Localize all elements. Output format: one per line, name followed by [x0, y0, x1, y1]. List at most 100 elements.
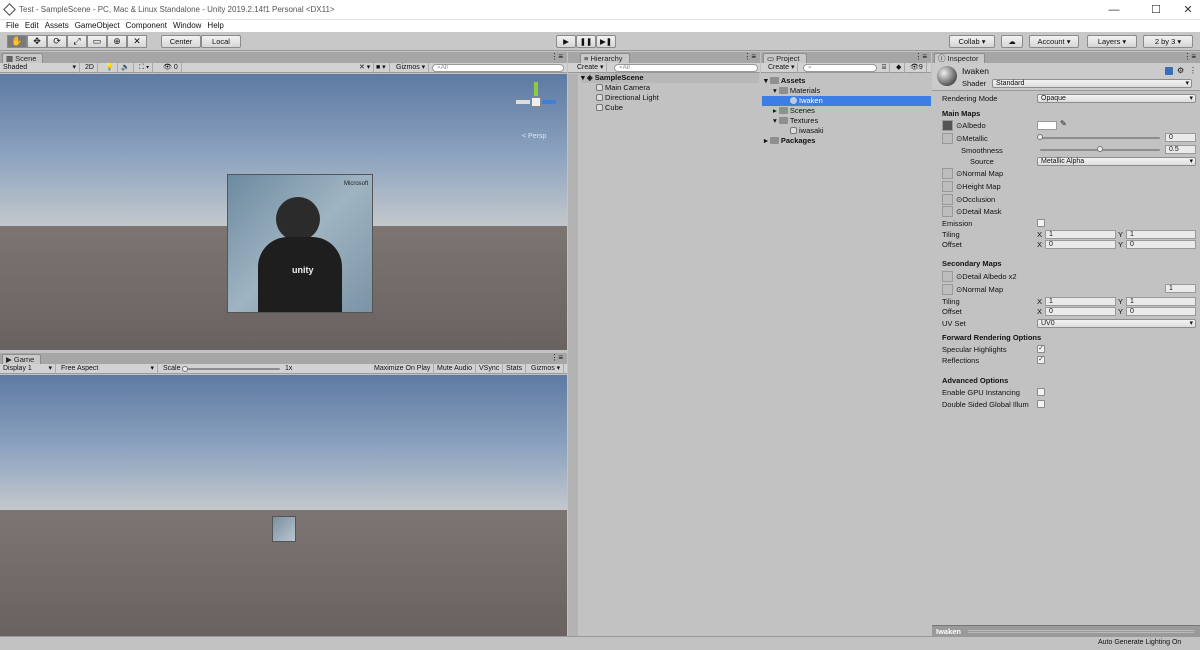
menu-edit[interactable]: Edit [25, 20, 39, 31]
hierarchy-scene-root[interactable]: ▾ ◈ SampleScene [581, 73, 759, 83]
tiling-x-field[interactable]: 1 [1045, 230, 1116, 239]
gizmos-dropdown[interactable]: Gizmos ▾ [393, 63, 430, 73]
persp-label[interactable]: < Persp [522, 133, 546, 140]
preview-bar[interactable]: Iwaken [932, 625, 1200, 636]
metallic-slider-knob[interactable] [1037, 134, 1043, 140]
close-button[interactable]: ✕ [1172, 0, 1200, 20]
hierarchy-item-main-camera[interactable]: Main Camera [596, 83, 650, 93]
tab-game[interactable]: ▶ Game [2, 354, 42, 364]
scene-gizmo[interactable] [516, 82, 558, 124]
scene-search-input[interactable]: ⌕All [432, 64, 564, 72]
audio-toggle-icon[interactable]: 🔈 [118, 63, 134, 73]
panel-menu-icon[interactable]: ⋮≡ [550, 353, 563, 362]
custom-tool-icon[interactable]: ✕ [127, 35, 147, 48]
layers-dropdown[interactable]: Layers ▾ [1087, 35, 1137, 48]
menu-help[interactable]: Help [207, 20, 223, 31]
secondary-offset-y-field[interactable]: 0 [1126, 307, 1196, 316]
rotate-tool-icon[interactable]: ⟳ [47, 35, 67, 48]
cloud-icon[interactable]: ☁ [1001, 35, 1023, 48]
project-item-iwaken[interactable]: Iwaken [762, 96, 931, 106]
minimize-button[interactable]: — [1098, 0, 1130, 20]
pause-button[interactable]: ❚❚ [576, 35, 596, 48]
secondary-normal-map-slot[interactable] [942, 284, 953, 295]
game-gizmos-dropdown[interactable]: Gizmos ▾ [528, 364, 565, 374]
project-folder-scenes[interactable]: ▸ Scenes [773, 106, 815, 116]
smoothness-value-field[interactable]: 0.5 [1165, 145, 1196, 154]
step-button[interactable]: ▶❚ [596, 35, 616, 48]
scale-slider-knob[interactable] [182, 366, 188, 372]
panel-menu-icon[interactable]: ⋮≡ [743, 52, 756, 61]
double-sided-gi-checkbox[interactable] [1037, 400, 1045, 408]
rendering-mode-dropdown[interactable]: Opaque [1037, 94, 1196, 103]
hierarchy-create-dropdown[interactable]: Create ▾ [574, 63, 608, 73]
filter-type-icon[interactable]: ⌸ [879, 63, 891, 73]
project-folder-packages[interactable]: ▸ Packages [764, 136, 815, 146]
metallic-value-field[interactable]: 0 [1165, 133, 1196, 142]
scale-tool-icon[interactable]: ⤢ [67, 35, 87, 48]
scale-slider[interactable] [184, 368, 280, 370]
shading-dropdown[interactable]: Shaded ▾ [0, 63, 80, 73]
maximize-on-play-button[interactable]: Maximize On Play [371, 364, 435, 374]
reflections-checkbox[interactable]: ✓ [1037, 356, 1045, 364]
hierarchy-item-cube[interactable]: Cube [596, 103, 623, 113]
secondary-tiling-y-field[interactable]: 1 [1126, 297, 1196, 306]
project-folder-assets[interactable]: ▾ Assets [764, 76, 805, 86]
menu-window[interactable]: Window [173, 20, 201, 31]
offset-x-field[interactable]: 0 [1045, 240, 1116, 249]
mode-2d-button[interactable]: 2D [82, 63, 98, 73]
lighting-toggle-icon[interactable]: 💡 [102, 63, 118, 73]
maximize-button[interactable]: ☐ [1140, 0, 1172, 20]
rect-tool-icon[interactable]: ▭ [87, 35, 107, 48]
transform-tool-icon[interactable]: ⊕ [107, 35, 127, 48]
menu-file[interactable]: File [6, 20, 19, 31]
vsync-button[interactable]: VSync [476, 364, 504, 374]
account-dropdown[interactable]: Account ▾ [1029, 35, 1079, 48]
settings-icon[interactable]: ⚙ [1177, 66, 1184, 75]
secondary-offset-x-field[interactable]: 0 [1045, 307, 1116, 316]
pivot-local-button[interactable]: Local [201, 35, 241, 48]
filter-label-icon[interactable]: ◆ [893, 63, 906, 73]
scene-tools-icon[interactable]: ✕ ▾ [356, 63, 375, 73]
panel-menu-icon[interactable]: ⋮≡ [914, 52, 927, 61]
metallic-slider[interactable] [1040, 137, 1160, 139]
offset-y-field[interactable]: 0 [1126, 240, 1196, 249]
albedo-color-field[interactable] [1037, 121, 1057, 130]
tab-scene[interactable]: ▦ Scene [2, 53, 44, 63]
project-folder-materials[interactable]: ▾ Materials [773, 86, 820, 96]
panel-menu-icon[interactable]: ⋮≡ [1183, 52, 1196, 61]
stats-button[interactable]: Stats [503, 364, 526, 374]
move-tool-icon[interactable]: ✥ [27, 35, 47, 48]
tiling-y-field[interactable]: 1 [1126, 230, 1196, 239]
project-folder-textures[interactable]: ▾ Textures [773, 116, 818, 126]
menu-assets[interactable]: Assets [45, 20, 69, 31]
aspect-dropdown[interactable]: Free Aspect ▾ [58, 364, 158, 374]
play-button[interactable]: ▶ [556, 35, 576, 48]
project-item-iwasaki[interactable]: iwasaki [790, 126, 824, 136]
hidden-packages-count[interactable]: 👁9 [907, 63, 927, 73]
display-dropdown[interactable]: Display 1 ▾ [0, 364, 56, 374]
collab-dropdown[interactable]: Collab ▾ [949, 35, 995, 48]
normal-map-slot[interactable] [942, 168, 953, 179]
pivot-center-button[interactable]: Center [161, 35, 201, 48]
emission-checkbox[interactable] [1037, 219, 1045, 227]
specular-highlights-checkbox[interactable]: ✓ [1037, 345, 1045, 353]
height-map-slot[interactable] [942, 181, 953, 192]
camera-settings-icon[interactable]: ■ ▾ [373, 63, 390, 73]
hand-tool-icon[interactable]: ✋ [7, 35, 27, 48]
smoothness-slider-knob[interactable] [1097, 146, 1103, 152]
menu-gameobject[interactable]: GameObject [75, 20, 120, 31]
detail-albedo-slot[interactable] [942, 271, 953, 282]
help-icon[interactable] [1165, 67, 1173, 75]
tab-hierarchy[interactable]: ≡ Hierarchy [580, 53, 630, 63]
effects-toggle-icon[interactable]: ⛶ ▾ [136, 63, 154, 73]
tab-project[interactable]: ▭ Project [763, 53, 807, 63]
auto-lighting-status[interactable]: Auto Generate Lighting On [1098, 639, 1181, 646]
shader-dropdown[interactable]: Standard [992, 79, 1192, 88]
secondary-normal-scale-field[interactable]: 1 [1165, 284, 1196, 293]
more-icon[interactable]: ⋮ [1189, 66, 1197, 75]
layout-dropdown[interactable]: 2 by 3 ▾ [1143, 35, 1193, 48]
hierarchy-search-input[interactable]: ⌕All [614, 64, 758, 72]
occlusion-slot[interactable] [942, 194, 953, 205]
mute-audio-button[interactable]: Mute Audio [434, 364, 477, 374]
albedo-texture-slot[interactable] [942, 120, 953, 131]
